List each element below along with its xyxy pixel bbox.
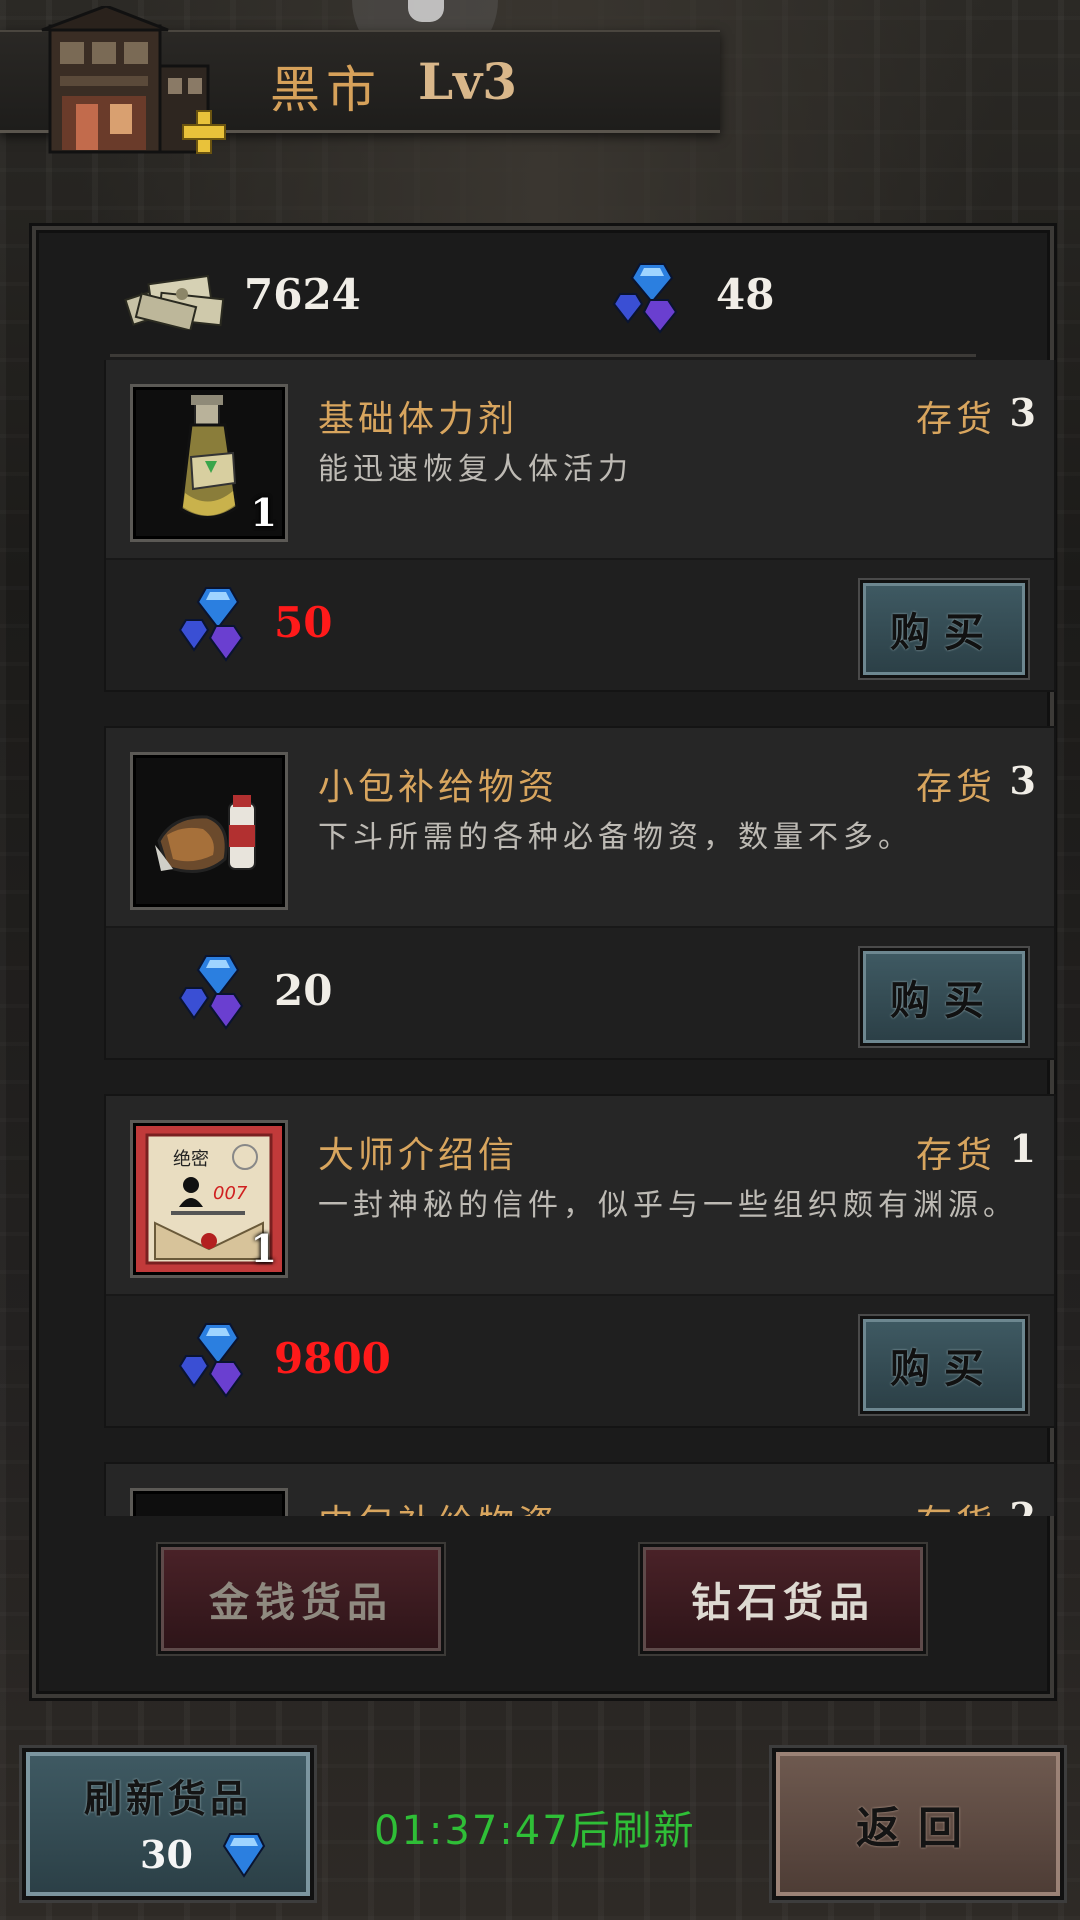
list-item: 小包补给物资 存货 3 下斗所需的各种必备物资，数量不多。 20 购买 bbox=[106, 728, 1054, 1058]
divider bbox=[110, 354, 976, 357]
shop-panel: 7624 48 1 基础体力剂 存货 3 能迅速恢复人体活力 50 购买 小包补… bbox=[32, 226, 1054, 1698]
letter-secret-text: 绝密 bbox=[173, 1149, 209, 1170]
item-thumbnail[interactable]: 1 bbox=[130, 384, 288, 542]
stock-label: 存货 bbox=[916, 1494, 996, 1516]
item-price-row: 50 购买 bbox=[106, 558, 1054, 690]
diamond-icon bbox=[612, 263, 678, 334]
list-item: 绝密 007 1 大师介绍信 存货 1 一封神秘的信件，似乎与一些组织颇有渊源。 bbox=[106, 1096, 1054, 1426]
plus-icon[interactable] bbox=[180, 108, 226, 154]
item-quantity: 1 bbox=[250, 490, 277, 535]
item-description: 一封神秘的信件，似乎与一些组织颇有渊源。 bbox=[318, 1188, 1018, 1223]
stock-label: 存货 bbox=[915, 1135, 996, 1176]
stock-value: 1 bbox=[1009, 1126, 1036, 1171]
item-name: 大师介绍信 bbox=[318, 1135, 519, 1176]
item-quantity: 1 bbox=[250, 1226, 277, 1271]
diamond-icon bbox=[178, 955, 244, 1030]
item-thumbnail[interactable]: 绝密 007 1 bbox=[130, 1120, 288, 1278]
item-name: 中包补给物资 bbox=[318, 1494, 558, 1516]
item-list[interactable]: 1 基础体力剂 存货 3 能迅速恢复人体活力 50 购买 小包补给物资 存货 3… bbox=[72, 360, 1056, 1516]
stock-label: 存货 bbox=[915, 399, 996, 440]
diamond-amount: 48 bbox=[716, 270, 775, 319]
return-button[interactable]: 返回 bbox=[772, 1748, 1064, 1900]
buy-button[interactable]: 购买 bbox=[860, 1316, 1028, 1414]
diamond-icon bbox=[178, 1323, 244, 1398]
item-price-row: 20 购买 bbox=[106, 926, 1054, 1058]
item-name: 基础体力剂 bbox=[318, 399, 519, 440]
letter-code-text: 007 bbox=[213, 1183, 248, 1204]
list-item: 中包补给物资 存货 2 bbox=[106, 1464, 1054, 1516]
buy-button[interactable]: 购买 bbox=[860, 948, 1028, 1046]
shop-title: 黑市 bbox=[270, 61, 382, 119]
item-price: 50 bbox=[274, 598, 333, 647]
shop-level: Lv3 bbox=[418, 52, 517, 111]
tab-diamond-goods[interactable]: 钻石货品 bbox=[640, 1544, 926, 1654]
item-thumbnail[interactable] bbox=[130, 752, 288, 910]
stock-value: 3 bbox=[1009, 390, 1036, 435]
refresh-timer: 01:37:47后刷新 bbox=[374, 1808, 696, 1854]
diamond-icon bbox=[178, 587, 244, 662]
item-thumbnail[interactable] bbox=[130, 1488, 288, 1516]
item-price-row: 9800 购买 bbox=[106, 1294, 1054, 1426]
refresh-label: 刷新货品 bbox=[83, 1776, 252, 1821]
refresh-cost: 30 bbox=[140, 1832, 193, 1877]
list-item: 1 基础体力剂 存货 3 能迅速恢复人体活力 50 购买 bbox=[106, 360, 1054, 690]
stock-label: 存货 bbox=[915, 767, 996, 808]
item-name: 小包补给物资 bbox=[318, 767, 559, 808]
refresh-goods-button[interactable]: 刷新货品 30 bbox=[22, 1748, 314, 1900]
supply-pack-icon bbox=[155, 795, 256, 873]
item-price: 9800 bbox=[274, 1334, 391, 1383]
buy-button[interactable]: 购买 bbox=[860, 580, 1028, 678]
item-price: 20 bbox=[274, 966, 333, 1015]
cash-stack-icon bbox=[124, 274, 225, 330]
cash-amount: 7624 bbox=[244, 270, 361, 319]
currency-row: 7624 48 bbox=[36, 230, 1050, 350]
handle-icon bbox=[408, 0, 444, 22]
stock-value: 3 bbox=[1009, 758, 1036, 803]
stock-value: 2 bbox=[1010, 1494, 1036, 1516]
diamond-icon bbox=[222, 1833, 266, 1878]
item-description: 能迅速恢复人体活力 bbox=[318, 452, 633, 487]
item-description: 下斗所需的各种必备物资，数量不多。 bbox=[318, 820, 913, 855]
tab-money-goods[interactable]: 金钱货品 bbox=[158, 1544, 444, 1654]
